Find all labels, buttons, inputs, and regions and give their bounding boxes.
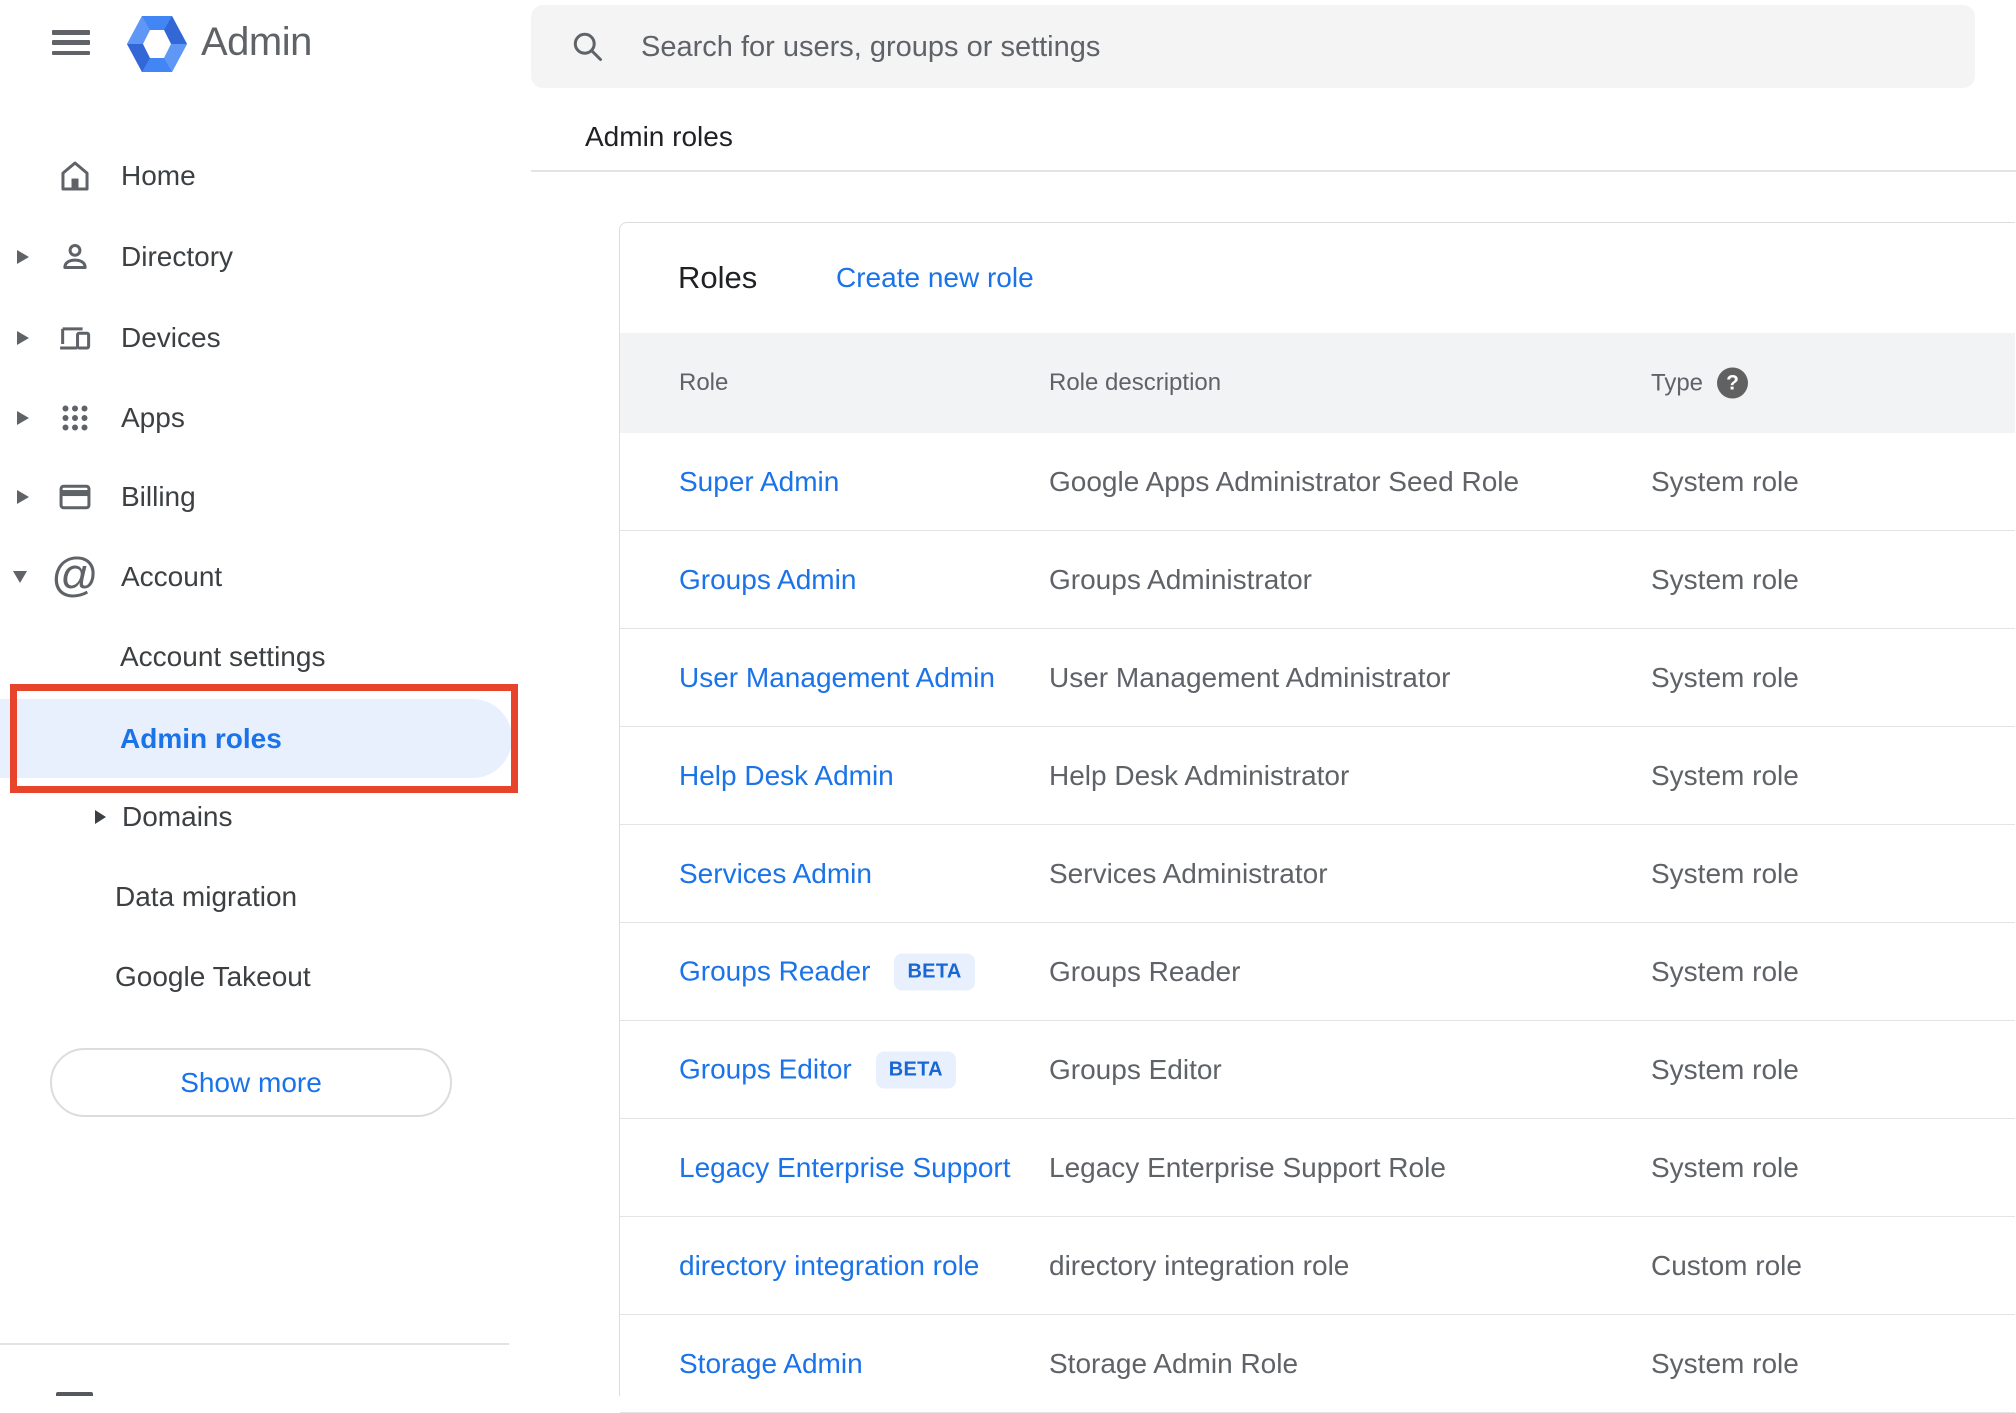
help-icon[interactable]: ? [1717, 367, 1749, 399]
search-icon [569, 28, 605, 69]
breadcrumb: Admin roles [585, 121, 733, 152]
sidebar-item-admin-roles[interactable]: Admin roles [0, 699, 512, 778]
role-description: Google Apps Administrator Seed Role [1049, 465, 1520, 497]
table-body: Super Admin Google Apps Administrator Se… [620, 433, 2015, 1413]
card-title: Roles [678, 260, 758, 295]
menu-icon[interactable] [52, 30, 90, 55]
sidebar-item-label: Account settings [120, 641, 326, 672]
column-header-type: Type ? [1651, 367, 1749, 399]
role-type: System role [1651, 661, 1799, 693]
table-row: directory integration role directory int… [620, 1217, 2015, 1315]
sidebar-item-label: Apps [121, 402, 185, 433]
table-row: Legacy Enterprise Support Legacy Enterpr… [620, 1119, 2015, 1217]
sidebar-section-divider [0, 1343, 509, 1345]
roles-card: Roles Create new role Role Role descript… [619, 222, 2015, 1413]
sidebar-item-label: Billing [121, 481, 196, 512]
role-link[interactable]: directory integration role [679, 1250, 979, 1282]
credit-card-icon [56, 478, 94, 516]
chevron-right-icon [17, 250, 29, 264]
create-new-role-link[interactable]: Create new role [836, 262, 1034, 294]
table-row: Storage Admin Storage Admin Role System … [620, 1315, 2015, 1413]
sidebar-item-account[interactable]: @ Account [0, 537, 515, 617]
sidebar-item-apps[interactable]: Apps [0, 378, 515, 458]
sidebar: Admin Home Directory Devices Apps Billin… [0, 0, 515, 1396]
role-description: Help Desk Administrator [1049, 759, 1350, 791]
role-link[interactable]: Legacy Enterprise Support [679, 1152, 1011, 1184]
role-link[interactable]: Super Admin [679, 466, 839, 498]
table-row: Services Admin Services Administrator Sy… [620, 825, 2015, 923]
chevron-right-icon [17, 490, 29, 504]
sidebar-item-data-migration[interactable]: Data migration [0, 857, 515, 937]
sidebar-item-label: Home [121, 160, 196, 191]
role-link[interactable]: Storage Admin [679, 1348, 863, 1380]
search-input[interactable] [639, 5, 1923, 90]
role-type: System role [1651, 955, 1799, 987]
sidebar-item-label: Domains [122, 801, 233, 832]
show-more-button[interactable]: Show more [50, 1048, 452, 1117]
role-type: Custom role [1651, 1249, 1802, 1281]
column-header-role: Role [679, 369, 729, 396]
role-type: System role [1651, 1053, 1799, 1085]
admin-logo-text: Admin [201, 20, 312, 64]
apps-grid-icon [56, 399, 94, 437]
sidebar-item-domains[interactable]: Domains [0, 777, 515, 857]
role-description: Groups Editor [1049, 1053, 1222, 1085]
chevron-right-icon [17, 331, 29, 345]
sidebar-item-billing[interactable]: Billing [0, 457, 515, 537]
role-description: User Management Administrator [1049, 661, 1451, 693]
sidebar-item-label: Directory [121, 241, 234, 272]
role-description: Services Administrator [1049, 857, 1328, 889]
role-description: Legacy Enterprise Support Role [1049, 1151, 1446, 1183]
table-row: User Management Admin User Management Ad… [620, 629, 2015, 727]
sidebar-item-label: Admin roles [120, 722, 282, 754]
table-header: Role Role description Type ? [620, 333, 2015, 433]
sidebar-item-devices[interactable]: Devices [0, 298, 515, 378]
column-header-description: Role description [1049, 369, 1222, 396]
home-icon [56, 157, 94, 195]
sidebar-item-home[interactable]: Home [0, 136, 515, 216]
role-link[interactable]: User Management Admin [679, 662, 995, 694]
sidebar-item-label: Devices [121, 322, 221, 353]
devices-icon [56, 319, 94, 357]
chevron-right-icon [17, 411, 29, 425]
beta-badge: BETA [875, 1051, 956, 1088]
table-row: Groups Reader BETA Groups Reader System … [620, 923, 2015, 1021]
role-type: System role [1651, 759, 1799, 791]
sidebar-item-label: Data migration [115, 881, 298, 912]
role-link[interactable]: Groups Reader [679, 956, 870, 988]
search-bar [531, 5, 1975, 90]
person-icon [56, 238, 94, 276]
table-row: Super Admin Google Apps Administrator Se… [620, 433, 2015, 531]
chevron-down-icon [13, 571, 27, 583]
role-link[interactable]: Groups Admin [679, 564, 856, 596]
role-type: System role [1651, 1347, 1799, 1379]
admin-logo-icon [126, 14, 188, 79]
role-description: Storage Admin Role [1049, 1347, 1299, 1379]
at-sign-icon: @ [51, 548, 99, 601]
sidebar-item-directory[interactable]: Directory [0, 217, 515, 297]
role-description: directory integration role [1049, 1249, 1350, 1281]
table-row: Groups Admin Groups Administrator System… [620, 531, 2015, 629]
sidebar-item-google-takeout[interactable]: Google Takeout [0, 937, 515, 1017]
table-row: Groups Editor BETA Groups Editor System … [620, 1021, 2015, 1119]
role-type: System role [1651, 1151, 1799, 1183]
role-link[interactable]: Services Admin [679, 858, 872, 890]
header-divider [531, 170, 2016, 172]
chevron-right-icon [95, 810, 106, 824]
role-type: System role [1651, 857, 1799, 889]
beta-badge: BETA [894, 953, 975, 990]
sidebar-item-label: Account [121, 561, 223, 592]
column-header-type-label: Type [1651, 369, 1704, 396]
sidebar-item-account-settings[interactable]: Account settings [0, 617, 515, 697]
role-description: Groups Reader [1049, 955, 1241, 987]
role-description: Groups Administrator [1049, 563, 1312, 595]
table-row: Help Desk Admin Help Desk Administrator … [620, 727, 2015, 825]
partial-icon [56, 1392, 93, 1396]
roles-card-header: Roles Create new role [620, 223, 2015, 333]
role-type: System role [1651, 465, 1799, 497]
role-link[interactable]: Groups Editor [679, 1054, 852, 1086]
sidebar-item-label: Google Takeout [115, 961, 311, 992]
role-link[interactable]: Help Desk Admin [679, 760, 894, 792]
role-type: System role [1651, 563, 1799, 595]
